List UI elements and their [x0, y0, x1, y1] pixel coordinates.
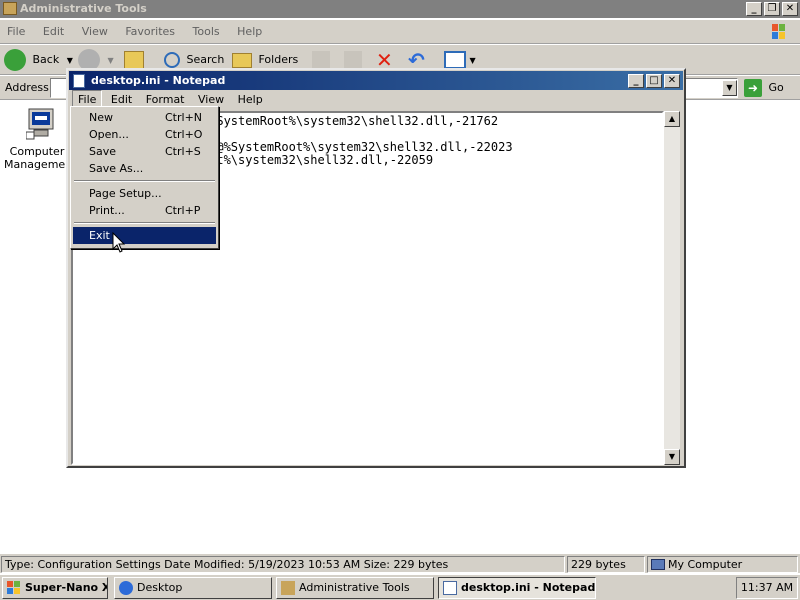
taskbar-notepad[interactable]: desktop.ini - Notepad: [438, 577, 596, 599]
file-menu-dropdown: New Ctrl+N Open... Ctrl+O Save Ctrl+S Save …: [70, 106, 219, 249]
windows-logo-icon: [772, 24, 785, 39]
menu-separator: [74, 222, 215, 224]
scroll-down-button[interactable]: ▼: [664, 449, 680, 465]
my-computer-icon: [651, 559, 665, 570]
system-clock: 11:37 AM: [736, 577, 798, 599]
status-info: Type: Configuration Settings Date Modifi…: [1, 556, 565, 573]
folder-icon: [281, 581, 295, 595]
notepad-menu-help[interactable]: Help: [233, 90, 268, 109]
mouse-pointer-icon: [112, 232, 126, 253]
notepad-maximize-button[interactable]: □: [646, 74, 662, 88]
explorer-title-bar[interactable]: Administrative Tools _ ❐ ✕: [0, 0, 800, 18]
status-size: 229 bytes: [567, 556, 645, 573]
notepad-minimize-button[interactable]: _: [628, 74, 644, 88]
folder-icon: [3, 2, 17, 15]
back-arrow-icon: [4, 49, 26, 71]
menu-help[interactable]: Help: [230, 20, 269, 44]
address-dropdown-button[interactable]: ▼: [722, 80, 737, 96]
explorer-menubar: File Edit View Favorites Tools Help: [0, 20, 800, 44]
status-bar: Type: Configuration Settings Date Modifi…: [0, 553, 800, 573]
back-button[interactable]: Back ▼: [4, 48, 73, 72]
close-button[interactable]: ✕: [782, 2, 798, 16]
notepad-title-bar[interactable]: desktop.ini - Notepad _ □ ✕: [69, 71, 683, 90]
menu-item-print[interactable]: Print... Ctrl+P: [73, 202, 216, 219]
computer-management-icon[interactable]: [26, 108, 56, 140]
restore-button[interactable]: ❐: [764, 2, 780, 16]
notepad-icon: [73, 74, 85, 88]
address-label: Address: [5, 81, 49, 94]
menu-edit[interactable]: Edit: [36, 20, 71, 44]
menu-separator: [74, 180, 215, 182]
go-arrow-icon: ➜: [744, 79, 762, 97]
taskbar-desktop[interactable]: Desktop: [114, 577, 272, 599]
status-zone: My Computer: [647, 556, 798, 573]
explorer-title: Administrative Tools: [20, 2, 147, 15]
menu-item-new[interactable]: New Ctrl+N: [73, 109, 216, 126]
menu-item-save[interactable]: Save Ctrl+S: [73, 143, 216, 160]
taskbar: Super-Nano XP Desktop Administrative Too…: [0, 574, 800, 600]
views-icon: [444, 51, 466, 69]
minimize-button[interactable]: _: [746, 2, 762, 16]
up-folder-icon: [124, 51, 144, 69]
move-to-icon: [312, 51, 330, 69]
menu-item-page-setup[interactable]: Page Setup...: [73, 185, 216, 202]
computer-management-label[interactable]: Computer Management: [4, 145, 76, 171]
menu-item-save-as[interactable]: Save As...: [73, 160, 216, 177]
copy-to-icon: [344, 51, 362, 69]
taskbar-administrative-tools[interactable]: Administrative Tools: [276, 577, 434, 599]
start-logo-icon: [7, 581, 20, 594]
go-button[interactable]: ➜ Go: [744, 78, 784, 98]
search-icon: [164, 52, 180, 68]
notepad-close-button[interactable]: ✕: [664, 74, 680, 88]
start-button[interactable]: Super-Nano XP: [2, 577, 108, 599]
menu-file[interactable]: File: [0, 20, 32, 44]
vertical-scrollbar[interactable]: ▲ ▼: [664, 111, 680, 465]
menu-tools[interactable]: Tools: [186, 20, 227, 44]
notepad-title: desktop.ini - Notepad: [91, 74, 226, 87]
menu-view[interactable]: View: [75, 20, 115, 44]
scroll-up-button[interactable]: ▲: [664, 111, 680, 127]
notepad-icon: [443, 581, 457, 595]
ie-icon: [119, 581, 133, 595]
folders-icon: [232, 52, 252, 68]
menu-item-exit[interactable]: Exit: [73, 227, 216, 244]
menu-favorites[interactable]: Favorites: [118, 20, 182, 44]
menu-item-open[interactable]: Open... Ctrl+O: [73, 126, 216, 143]
